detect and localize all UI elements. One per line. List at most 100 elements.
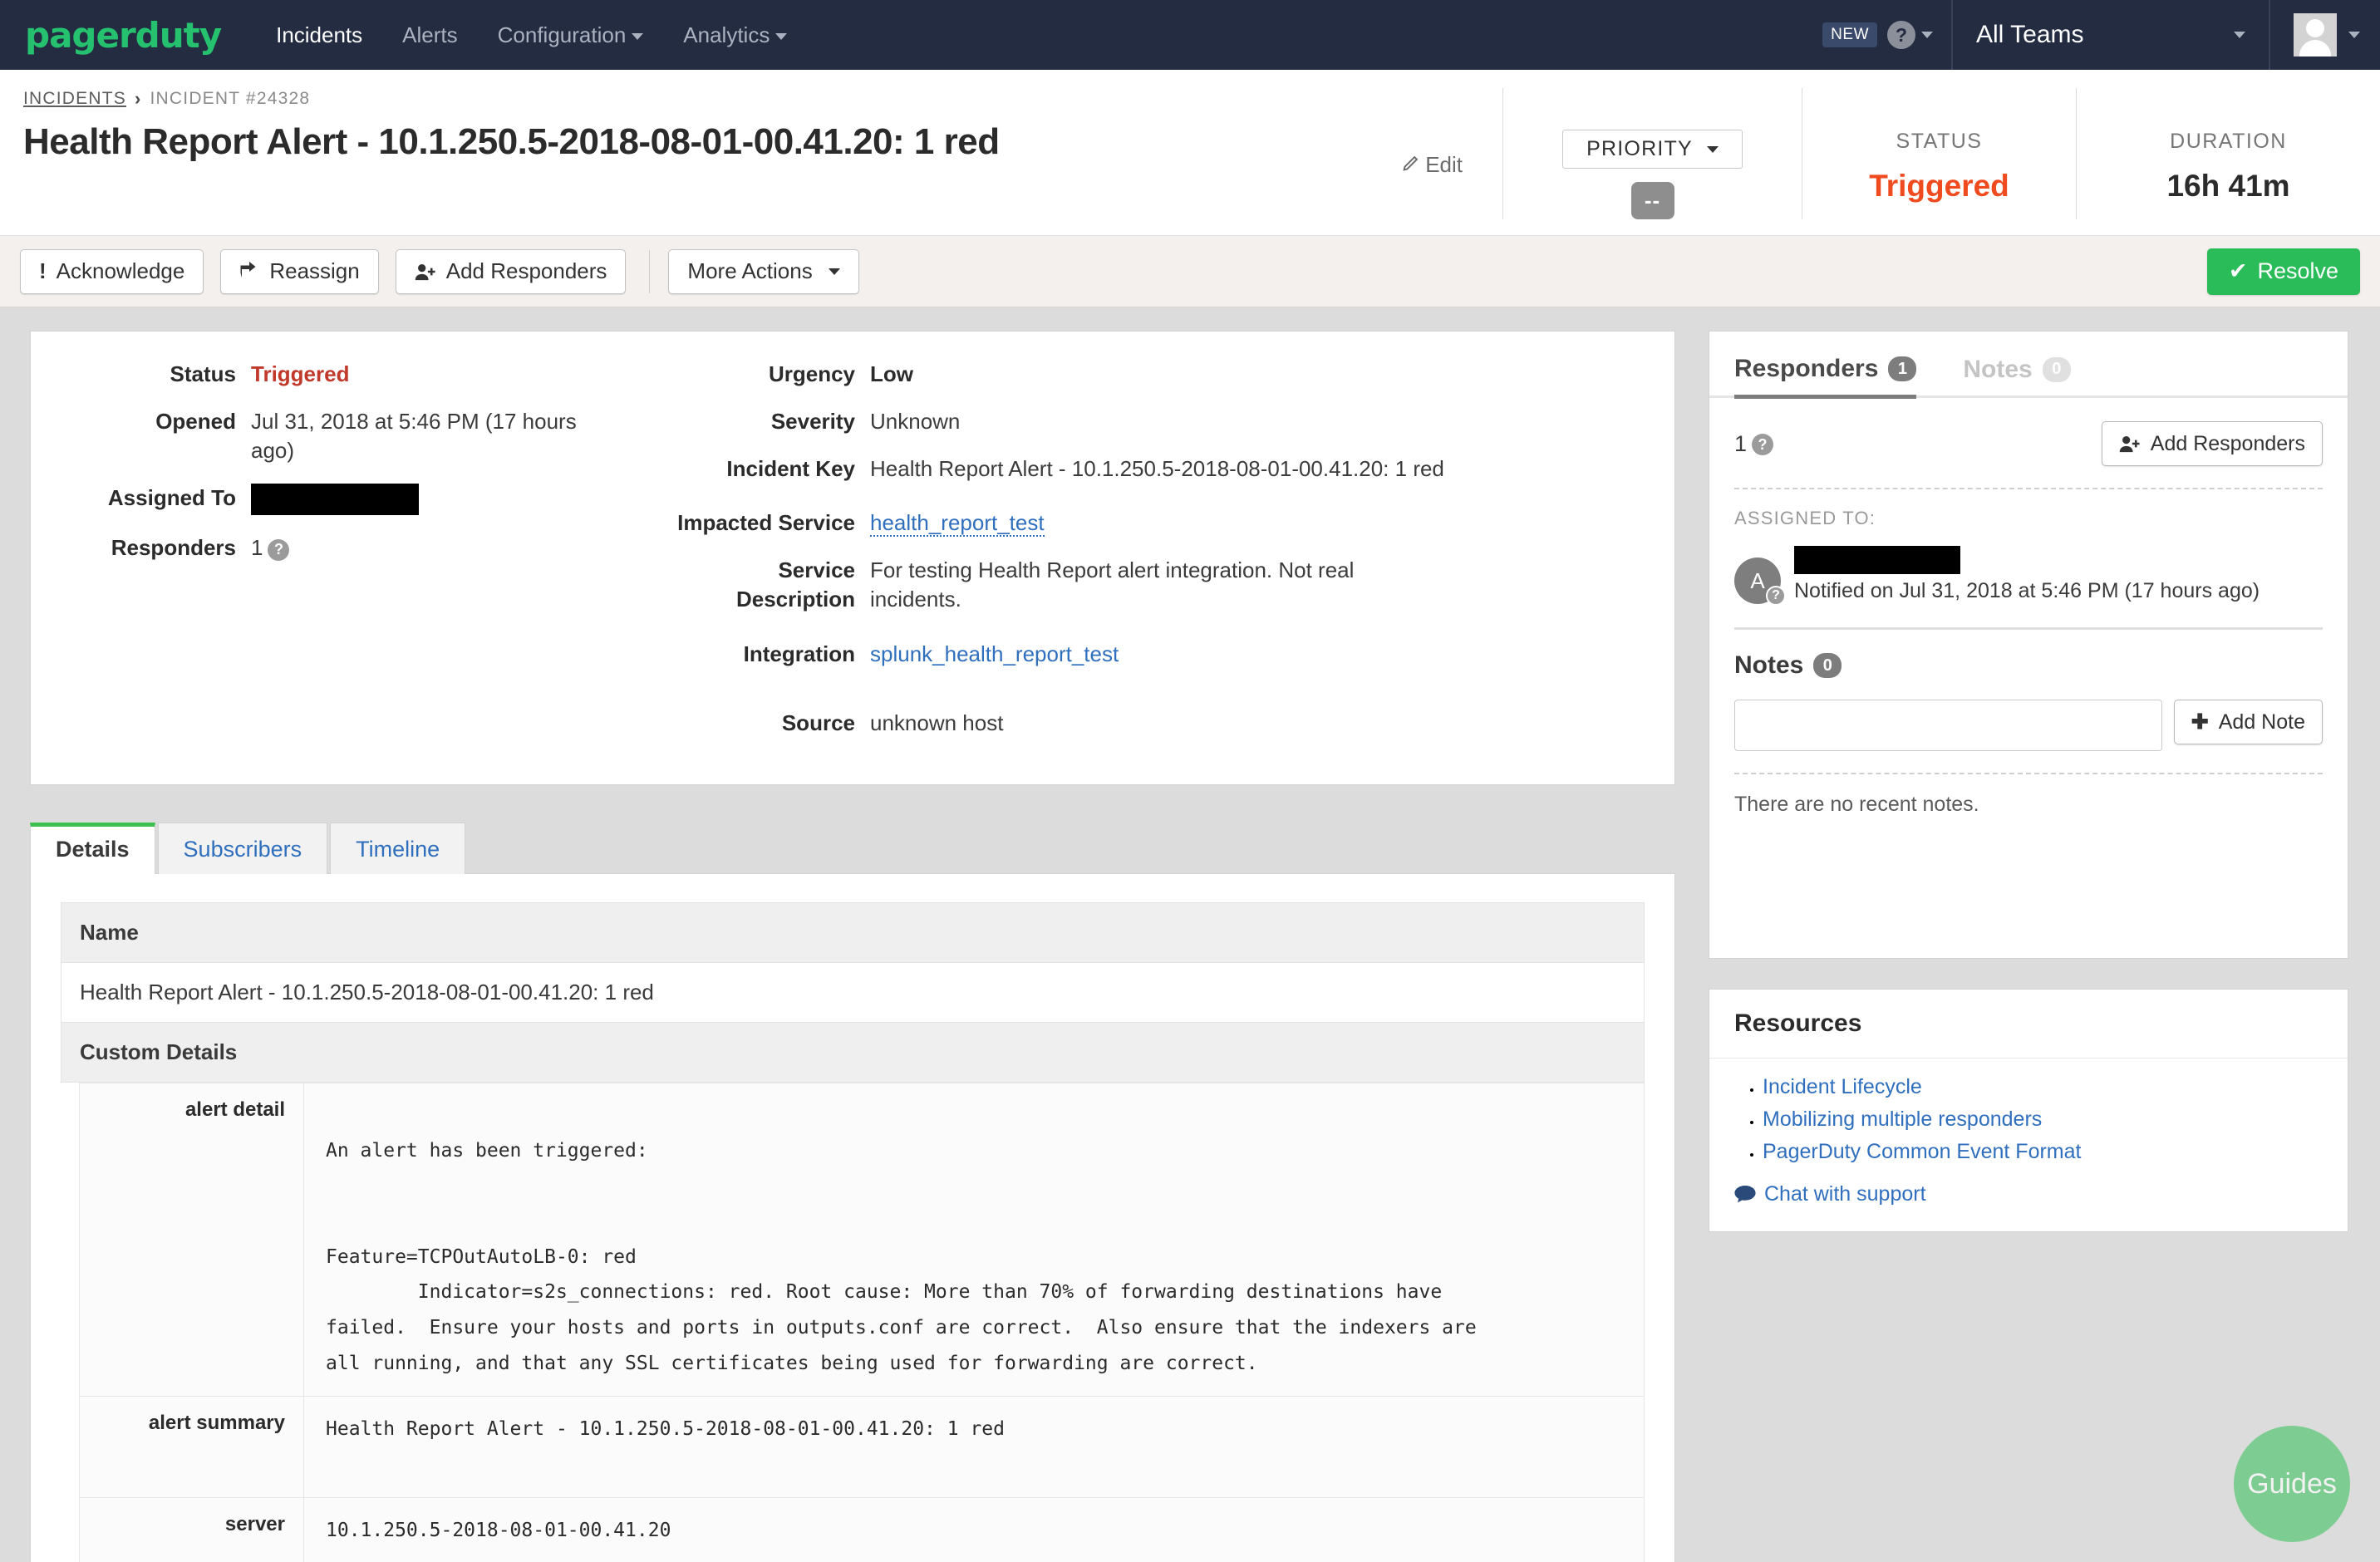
list-item: Incident Lifecycle <box>1763 1075 2323 1099</box>
nav-link-alerts[interactable]: Alerts <box>382 22 477 48</box>
breadcrumb-incidents-link[interactable]: INCIDENTS <box>23 89 126 109</box>
responder-meta: Notified on Jul 31, 2018 at 5:46 PM (17 … <box>1794 544 2260 603</box>
responders-count-badge: 1 <box>1888 356 1916 381</box>
avatar: A ? <box>1734 558 1781 604</box>
overview-field-impacted-service: Impacted Service health_report_test <box>612 508 1641 538</box>
priority-cell: PRIORITY -- <box>1502 88 1802 219</box>
nav-link-analytics[interactable]: Analytics <box>663 22 807 48</box>
add-note-button[interactable]: ✚ Add Note <box>2174 700 2323 744</box>
status-label: STATUS <box>1896 130 1983 154</box>
chevron-down-icon <box>632 33 643 40</box>
notes-empty-message: There are no recent notes. <box>1734 793 2323 817</box>
add-person-icon <box>415 262 436 282</box>
custom-key-alert-summary: alert summary <box>80 1397 304 1498</box>
responder-count-display: 1? <box>1734 431 1773 457</box>
overview-label-severity: Severity <box>612 407 870 436</box>
overview-label-assigned-to: Assigned To <box>31 484 251 513</box>
custom-value-alert-summary: Health Report Alert - 10.1.250.5-2018-08… <box>304 1397 1645 1498</box>
overview-field-integration: Integration splunk_health_report_test <box>612 640 1641 669</box>
nav-link-configuration[interactable]: Configuration <box>478 22 664 48</box>
add-responders-label: Add Responders <box>446 258 607 284</box>
tab-notes[interactable]: Notes 0 <box>1963 355 2070 395</box>
priority-dropdown-button[interactable]: PRIORITY <box>1562 130 1743 169</box>
tab-details[interactable]: Details <box>30 823 155 874</box>
table-row: alert summary Health Report Alert - 10.1… <box>80 1397 1645 1498</box>
custom-details-table: alert detail An alert has been triggered… <box>79 1083 1645 1562</box>
team-selector-label: All Teams <box>1976 21 2084 49</box>
chat-bubble-icon <box>1734 1186 1756 1204</box>
chat-with-support-row[interactable]: Chat with support <box>1734 1182 2323 1206</box>
list-item: Mobilizing multiple responders <box>1763 1108 2323 1132</box>
reassign-icon <box>239 262 259 282</box>
tab-notes-label: Notes <box>1963 356 2032 384</box>
table-row: alert detail An alert has been triggered… <box>80 1083 1645 1396</box>
nav-link-incidents[interactable]: Incidents <box>256 22 382 48</box>
resource-link-mobilizing-responders[interactable]: Mobilizing multiple responders <box>1763 1108 2042 1131</box>
question-mark-icon[interactable]: ? <box>1887 21 1915 49</box>
integration-link[interactable]: splunk_health_report_test <box>870 641 1119 666</box>
resource-link-common-event-format[interactable]: PagerDuty Common Event Format <box>1763 1140 2081 1163</box>
overview-value-responders: 1? <box>251 533 289 562</box>
notes-section-count-badge: 0 <box>1813 653 1842 678</box>
tab-responders[interactable]: Responders 1 <box>1734 355 1916 399</box>
impacted-service-link[interactable]: health_report_test <box>870 510 1045 537</box>
overview-label-impacted-service: Impacted Service <box>612 508 870 538</box>
question-mark-icon[interactable]: ? <box>1752 434 1773 455</box>
overview-label-source: Source <box>612 709 870 738</box>
duration-value: 16h 41m <box>2166 169 2289 204</box>
status-value: Triggered <box>1869 169 2009 204</box>
status-cell: STATUS Triggered <box>1802 88 2076 219</box>
nav-link-configuration-label: Configuration <box>498 22 627 47</box>
pencil-icon <box>1400 155 1419 174</box>
overview-value-opened: Jul 31, 2018 at 5:46 PM (17 hours ago) <box>251 407 612 465</box>
question-mark-icon[interactable]: ? <box>268 539 289 561</box>
panel-add-responders-button[interactable]: Add Responders <box>2102 421 2323 466</box>
question-mark-icon[interactable]: ? <box>1766 586 1786 606</box>
add-note-row: ✚ Add Note <box>1734 700 2323 751</box>
overview-field-source: Source unknown host <box>612 709 1641 738</box>
resource-link-incident-lifecycle[interactable]: Incident Lifecycle <box>1763 1075 1922 1098</box>
tab-subscribers[interactable]: Subscribers <box>158 823 328 874</box>
pagerduty-logo[interactable]: pagerduty <box>25 15 221 56</box>
team-selector[interactable]: All Teams <box>1953 0 2269 70</box>
overview-value-incident-key: Health Report Alert - 10.1.250.5-2018-08… <box>870 454 1444 484</box>
user-menu[interactable] <box>2270 0 2380 70</box>
custom-value-server: 10.1.250.5-2018-08-01-00.41.20 <box>304 1498 1645 1562</box>
tab-responders-label: Responders <box>1734 355 1878 383</box>
overview-value-severity: Unknown <box>870 407 960 436</box>
acknowledge-button[interactable]: ! Acknowledge <box>20 249 204 294</box>
right-column: Responders 1 Notes 0 1? Add Responders <box>1709 331 2348 1562</box>
reassign-button[interactable]: Reassign <box>220 249 378 294</box>
top-navigation-bar: pagerduty Incidents Alerts Configuration… <box>0 0 2380 70</box>
chevron-down-icon <box>2234 32 2245 38</box>
details-panel: Name Health Report Alert - 10.1.250.5-20… <box>30 873 1675 1562</box>
edit-title-button[interactable]: Edit <box>1400 93 1502 236</box>
overview-field-incident-key: Incident Key Health Report Alert - 10.1.… <box>612 454 1641 484</box>
add-responders-button[interactable]: Add Responders <box>396 249 627 294</box>
details-name-value: Health Report Alert - 10.1.250.5-2018-08… <box>61 962 1645 1022</box>
guides-button[interactable]: Guides <box>2234 1426 2350 1542</box>
add-note-label: Add Note <box>2219 710 2305 734</box>
notes-count-badge: 0 <box>2043 357 2071 382</box>
resolve-label: Resolve <box>2257 258 2338 284</box>
resolve-button[interactable]: ✔ Resolve <box>2207 248 2360 295</box>
overview-label-status: Status <box>31 360 251 389</box>
overview-value-service-description: For testing Health Report alert integrat… <box>870 556 1385 614</box>
resources-card: Resources Incident Lifecycle Mobilizing … <box>1709 989 2348 1232</box>
custom-key-server: server <box>80 1498 304 1562</box>
note-input[interactable] <box>1734 700 2162 751</box>
overview-value-status: Triggered <box>251 360 349 389</box>
more-actions-button[interactable]: More Actions <box>668 249 858 294</box>
details-custom-header: Custom Details <box>61 1022 1645 1082</box>
panel-add-responders-label: Add Responders <box>2151 432 2305 456</box>
chevron-down-icon <box>1707 146 1719 153</box>
incident-header: INCIDENTS › INCIDENT #24328 Health Repor… <box>0 70 2380 236</box>
reassign-label: Reassign <box>269 258 359 284</box>
overview-value-assigned-to <box>251 484 419 515</box>
chevron-down-icon[interactable] <box>1921 32 1933 38</box>
custom-key-alert-detail: alert detail <box>80 1083 304 1396</box>
tab-timeline[interactable]: Timeline <box>330 823 465 874</box>
chat-with-support-link[interactable]: Chat with support <box>1764 1182 1926 1206</box>
checkmark-icon: ✔ <box>2229 258 2248 284</box>
nav-right-cluster: NEW ? All Teams <box>1822 0 2380 70</box>
